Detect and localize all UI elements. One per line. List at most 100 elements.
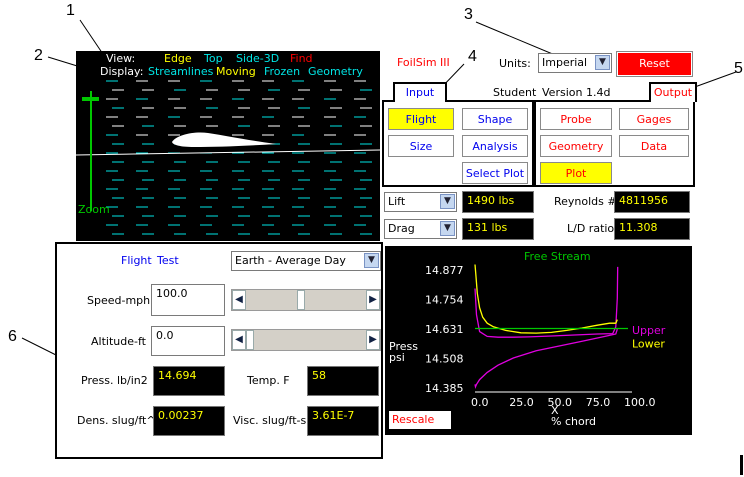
shape-button[interactable]: Shape: [462, 108, 528, 130]
airfoil-viewer[interactable]: View: Edge Top Side-3D Find Display: Str…: [76, 51, 380, 241]
x-tick-label: 75.0: [586, 396, 611, 409]
size-button[interactable]: Size: [388, 135, 454, 157]
environment-select[interactable]: Earth - Average Day ▼: [231, 251, 381, 271]
select-plot-button[interactable]: Select Plot: [462, 162, 528, 184]
y-tick-label: 14.631: [425, 323, 464, 336]
x-axis-unit: % chord: [551, 415, 596, 428]
x-tick-label: 100.0: [624, 396, 656, 409]
units-value: Imperial: [542, 56, 588, 69]
density-label: Dens. slug/ft^3: [77, 414, 163, 427]
force-select-value: Lift: [388, 195, 406, 208]
callout-2: 2: [34, 47, 43, 64]
altitude-slider-thumb[interactable]: [246, 330, 254, 350]
callout-1: 1: [66, 2, 75, 19]
chevron-right-icon[interactable]: ▶: [366, 330, 380, 350]
series-line: [474, 266, 619, 338]
tab-input[interactable]: Input: [393, 82, 447, 102]
chevron-left-icon[interactable]: ◀: [232, 330, 246, 350]
speed-input[interactable]: 100.0: [151, 284, 225, 316]
temperature-label: Temp. F: [247, 374, 290, 387]
series-line: [474, 264, 618, 334]
legend-lower: Lower: [632, 338, 665, 351]
student-label: Student: [493, 86, 537, 99]
version-label: Version 1.4d: [542, 86, 611, 99]
display-geometry[interactable]: Geometry: [308, 65, 363, 78]
chevron-down-icon: ▼: [440, 221, 455, 236]
view-find[interactable]: Find: [290, 52, 313, 65]
y-tick-label: 14.385: [425, 382, 464, 395]
chevron-down-icon: ▼: [364, 253, 379, 268]
units-label: Units:: [499, 57, 531, 70]
speed-slider-thumb[interactable]: [297, 290, 306, 310]
plot-button[interactable]: Plot: [540, 162, 612, 184]
zoom-label: Zoom: [78, 203, 110, 216]
legend-upper: Upper: [632, 324, 666, 337]
pressure-label: Press. lb/in2: [81, 374, 148, 387]
tab-output[interactable]: Output: [649, 82, 697, 102]
chevron-right-icon[interactable]: ▶: [366, 290, 380, 310]
reynolds-value: 4811956: [614, 191, 690, 213]
temperature-value: 58: [307, 366, 379, 396]
chevron-left-icon[interactable]: ◀: [232, 290, 246, 310]
display-frozen[interactable]: Frozen: [264, 65, 300, 78]
ld-ratio-value: 11.308: [614, 218, 690, 240]
display-streamlines[interactable]: Streamlines: [148, 65, 213, 78]
viscosity-value: 3.61E-7: [307, 406, 379, 436]
pressure-plot: 14.877 14.754 14.631 14.508 14.385 0.0 25.0 50.…: [385, 246, 692, 435]
force-select[interactable]: Lift ▼: [384, 192, 457, 212]
flight-panel: Flight Test Earth - Average Day ▼ Speed-…: [55, 242, 383, 459]
display-label: Display:: [100, 65, 144, 78]
display-moving[interactable]: Moving: [216, 65, 256, 78]
altitude-input[interactable]: 0.0: [151, 326, 225, 356]
view-side-3d[interactable]: Side-3D: [236, 52, 279, 65]
altitude-label: Altitude-ft: [91, 335, 146, 348]
x-tick-label: 25.0: [509, 396, 534, 409]
altitude-slider[interactable]: ◀ ▶: [231, 329, 381, 351]
drag-select[interactable]: Drag ▼: [384, 219, 457, 239]
airfoil-shape: [172, 132, 276, 147]
test-title: Test: [157, 254, 179, 267]
analysis-button[interactable]: Analysis: [462, 135, 528, 157]
app-name: FoilSim III: [397, 56, 450, 69]
chevron-down-icon: ▼: [440, 194, 455, 209]
series-line: [474, 329, 618, 389]
gages-button[interactable]: Gages: [619, 108, 689, 130]
reset-button[interactable]: Reset: [616, 51, 693, 77]
x-tick-label: 0.0: [471, 396, 489, 409]
input-panel: Flight Shape Size Analysis Select Plot: [382, 100, 534, 187]
speed-slider[interactable]: ◀ ▶: [231, 289, 381, 311]
edge-marker: [740, 455, 743, 475]
view-edge[interactable]: Edge: [164, 52, 192, 65]
y-tick-label: 14.508: [425, 353, 464, 366]
callout-4: 4: [468, 48, 477, 65]
pressure-value: 14.694: [153, 366, 225, 396]
lift-value: 1490 lbs: [462, 191, 534, 213]
reynolds-label: Reynolds #: [554, 195, 617, 208]
units-select[interactable]: Imperial ▼: [538, 53, 612, 73]
geometry-button[interactable]: Geometry: [540, 135, 612, 157]
data-button[interactable]: Data: [619, 135, 689, 157]
zoom-track[interactable]: [90, 91, 92, 211]
probe-button[interactable]: Probe: [540, 108, 612, 130]
callout-3: 3: [464, 6, 473, 23]
ld-ratio-label: L/D ratio: [567, 222, 615, 235]
zoom-handle[interactable]: [82, 97, 99, 101]
flight-button[interactable]: Flight: [388, 108, 454, 130]
chart-title: Free Stream: [524, 250, 591, 263]
drag-select-value: Drag: [388, 222, 415, 235]
output-panel: Probe Gages Geometry Data Plot: [534, 100, 695, 187]
density-value: 0.00237: [153, 406, 225, 436]
viscosity-label: Visc. slug/ft-s: [233, 414, 307, 427]
pressure-chart-svg: 14.87714.75414.63114.50814.3850.0 25.0 50.…: [389, 264, 666, 428]
callout-6: 6: [8, 328, 17, 345]
y-tick-label: 14.754: [425, 294, 464, 307]
view-top[interactable]: Top: [204, 52, 223, 65]
rescale-button[interactable]: Rescale: [389, 411, 451, 429]
flight-title: Flight: [121, 254, 152, 267]
streamlines-canvas: [76, 80, 380, 235]
chevron-down-icon: ▼: [595, 55, 610, 70]
speed-label: Speed-mph: [87, 294, 151, 307]
callout-5: 5: [734, 60, 743, 77]
y-axis-unit: psi: [389, 351, 405, 364]
y-tick-label: 14.877: [425, 264, 464, 277]
